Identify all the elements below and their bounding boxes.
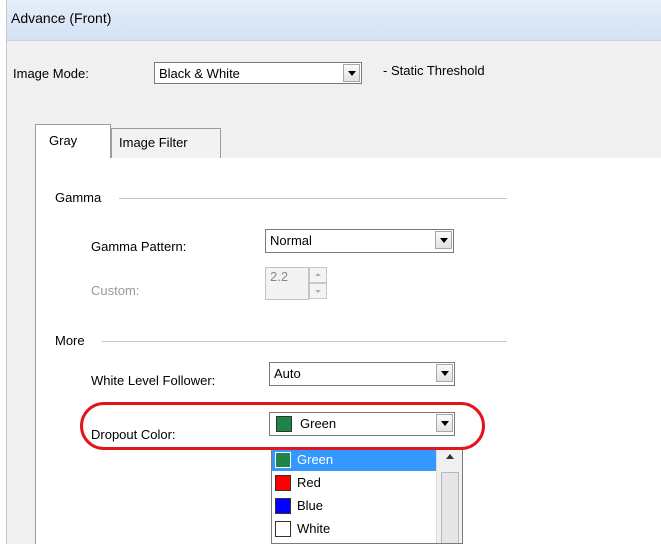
image-mode-select[interactable]: Black & White bbox=[154, 62, 362, 84]
list-scrollbar[interactable] bbox=[436, 448, 462, 543]
image-mode-value: Black & White bbox=[159, 66, 240, 81]
chevron-down-icon[interactable] bbox=[343, 64, 360, 82]
white-level-label: White Level Follower: bbox=[91, 373, 216, 388]
option-label: Green bbox=[297, 452, 334, 467]
option-label: Red bbox=[297, 475, 321, 490]
scroll-thumb[interactable] bbox=[441, 472, 459, 543]
list-item[interactable]: White bbox=[272, 518, 436, 540]
gamma-pattern-label: Gamma Pattern: bbox=[91, 239, 187, 254]
tab-gray[interactable]: Gray bbox=[35, 124, 111, 159]
image-mode-note: - Static Threshold bbox=[383, 63, 485, 78]
dropout-color-select[interactable]: Green bbox=[269, 412, 455, 436]
list-item[interactable]: Blue bbox=[272, 495, 436, 517]
tab-gray-label: Gray bbox=[49, 133, 78, 148]
more-group-title: More bbox=[55, 333, 85, 348]
advance-dialog: Advance (Front) Image Mode: Black & Whit… bbox=[6, 0, 661, 544]
white-level-select[interactable]: Auto bbox=[269, 362, 455, 386]
white-level-value: Auto bbox=[274, 366, 301, 381]
option-label: White bbox=[297, 521, 331, 536]
title-bar: Advance (Front) bbox=[7, 0, 661, 41]
gamma-group-divider bbox=[119, 198, 507, 199]
gamma-pattern-value: Normal bbox=[270, 233, 312, 248]
window-title: Advance (Front) bbox=[11, 10, 112, 26]
tab-image-filter-label: Image Filter bbox=[119, 135, 188, 150]
dropout-color-value: Green bbox=[300, 416, 337, 431]
gamma-pattern-select[interactable]: Normal bbox=[265, 229, 454, 253]
spin-down-icon[interactable] bbox=[309, 283, 327, 299]
option-label: Blue bbox=[297, 498, 324, 513]
chevron-down-icon[interactable] bbox=[436, 414, 453, 432]
spin-up-icon[interactable] bbox=[309, 267, 327, 283]
custom-gamma-value: 2.2 bbox=[270, 269, 289, 284]
image-mode-label: Image Mode: bbox=[13, 66, 89, 81]
custom-gamma-input[interactable]: 2.2 bbox=[265, 267, 309, 300]
chevron-down-icon[interactable] bbox=[435, 231, 452, 249]
tab-image-filter[interactable]: Image Filter bbox=[111, 128, 221, 158]
custom-gamma-spinner[interactable]: 2.2 bbox=[265, 267, 327, 300]
blue-swatch-icon bbox=[275, 498, 291, 514]
dropout-color-label: Dropout Color: bbox=[91, 427, 176, 442]
gamma-group-title: Gamma bbox=[55, 190, 102, 205]
list-item[interactable]: Green bbox=[272, 449, 436, 471]
red-swatch-icon bbox=[275, 475, 291, 491]
chevron-down-icon[interactable] bbox=[436, 364, 453, 382]
green-swatch-icon bbox=[275, 452, 291, 468]
list-item[interactable]: Red bbox=[272, 472, 436, 494]
custom-label: Custom: bbox=[91, 283, 140, 298]
green-swatch-icon bbox=[276, 416, 292, 432]
dropout-color-list[interactable]: Green Red Blue White bbox=[271, 447, 463, 544]
more-group-divider bbox=[102, 341, 507, 342]
scroll-up-icon[interactable] bbox=[441, 450, 459, 464]
white-swatch-icon bbox=[275, 521, 291, 537]
